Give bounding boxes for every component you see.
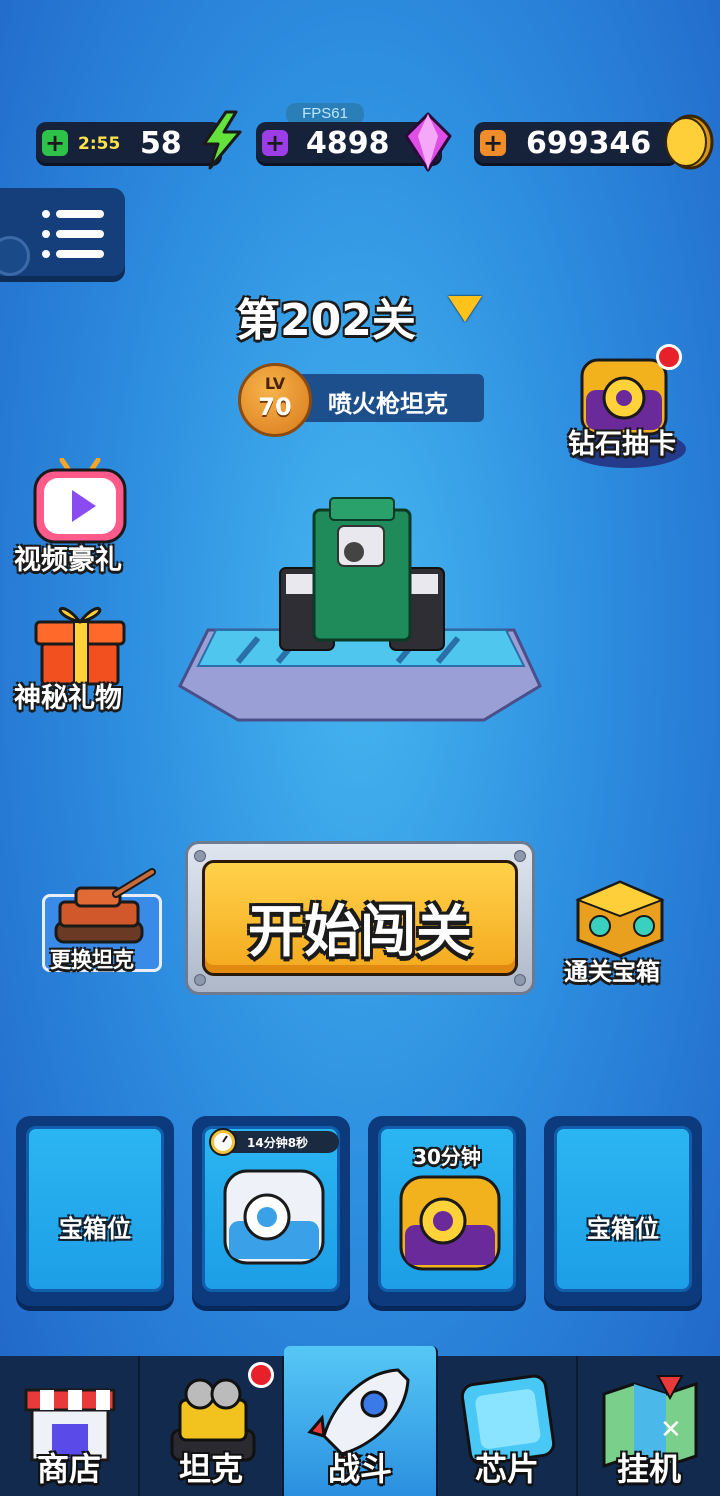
start-level-label: 开始闯关 — [248, 900, 472, 965]
notification-dot — [248, 1362, 274, 1388]
tank-display[interactable] — [178, 490, 544, 726]
bottom-nav: 商店 坦克 战斗 芯片 ✕ 挂机 — [0, 1346, 720, 1496]
chest-slot-2[interactable]: 14分钟8秒 — [192, 1116, 350, 1306]
chest-slot-inner: 宝箱位 — [554, 1126, 692, 1292]
chest-slot-4[interactable]: 宝箱位 — [544, 1116, 702, 1306]
add-coins-icon[interactable]: + — [480, 130, 506, 156]
tank-level-badge: LV 70 — [238, 363, 312, 437]
energy-counter[interactable]: + 2:55 58 — [36, 122, 222, 166]
tab-shop-label: 商店 — [36, 1450, 101, 1488]
level-value: 70 — [258, 393, 292, 421]
tab-battle[interactable]: 战斗 — [284, 1346, 438, 1496]
empty-slot-label: 宝箱位 — [59, 1215, 131, 1243]
tab-battle-label: 战斗 — [327, 1450, 392, 1488]
add-energy-icon[interactable]: + — [42, 130, 68, 156]
change-tank-button[interactable]: 更换坦克 — [40, 866, 162, 976]
mystery-gift-button[interactable]: 神秘礼物 — [14, 596, 144, 716]
diamond-draw-button[interactable]: 钻石抽卡 — [562, 344, 692, 470]
chest-slot-3[interactable]: 30分钟 — [368, 1116, 526, 1306]
chest-timer: 30分钟 — [413, 1145, 481, 1169]
video-play-icon — [33, 458, 127, 544]
coin-value: 699346 — [526, 126, 652, 161]
mystery-gift-label: 神秘礼物 — [14, 683, 122, 714]
empty-slot-label: 宝箱位 — [587, 1215, 659, 1243]
stopwatch-icon — [209, 1128, 237, 1156]
list-menu-icon — [42, 210, 104, 258]
coin-icon — [665, 114, 714, 170]
clear-chest-button[interactable]: 通关宝箱 — [562, 876, 680, 986]
gold-chest-icon — [399, 1175, 501, 1271]
silver-chest-icon — [223, 1169, 325, 1265]
level-title[interactable]: 第202关 — [236, 284, 416, 348]
clear-chest-label: 通关宝箱 — [564, 958, 660, 986]
tab-tank[interactable]: 坦克 — [140, 1356, 284, 1496]
coin-counter[interactable]: + 699346 — [474, 122, 678, 166]
lightning-icon — [202, 110, 242, 170]
chest-slot-inner: 14分钟8秒 — [202, 1126, 340, 1292]
chest-slot-1[interactable]: 宝箱位 — [16, 1116, 174, 1306]
diamond-draw-label: 钻石抽卡 — [568, 429, 676, 460]
tank-name: 喷火枪坦克 — [328, 390, 448, 418]
tab-chip[interactable]: 芯片 — [438, 1356, 578, 1496]
tab-tank-label: 坦克 — [178, 1450, 243, 1488]
treasure-chest-icon — [575, 880, 665, 958]
level-label: LV — [264, 374, 286, 393]
svg-text:✕: ✕ — [660, 1415, 682, 1445]
change-tank-label: 更换坦克 — [50, 948, 134, 972]
energy-value: 58 — [140, 126, 182, 161]
tab-idle[interactable]: ✕ 挂机 — [578, 1356, 720, 1496]
notification-dot — [656, 344, 682, 370]
gem-icon — [404, 112, 452, 172]
video-gift-label: 视频豪礼 — [14, 545, 122, 576]
energy-timer: 2:55 — [78, 134, 121, 154]
start-level-button[interactable]: 开始闯关 — [202, 860, 518, 976]
tank-icon — [54, 868, 156, 944]
tab-chip-label: 芯片 — [474, 1450, 539, 1488]
chest-slot-inner: 宝箱位 — [26, 1126, 164, 1292]
chest-timer: 14分钟8秒 — [247, 1136, 309, 1150]
tab-shop[interactable]: 商店 — [0, 1356, 140, 1496]
chest-slot-inner: 30分钟 — [378, 1126, 516, 1292]
tab-idle-label: 挂机 — [616, 1450, 681, 1488]
gem-value: 4898 — [306, 126, 390, 161]
level-dropdown-icon[interactable] — [448, 296, 482, 322]
video-gift-button[interactable]: 视频豪礼 — [14, 456, 144, 576]
add-gems-icon[interactable]: + — [262, 130, 288, 156]
gift-box-icon — [34, 606, 126, 686]
